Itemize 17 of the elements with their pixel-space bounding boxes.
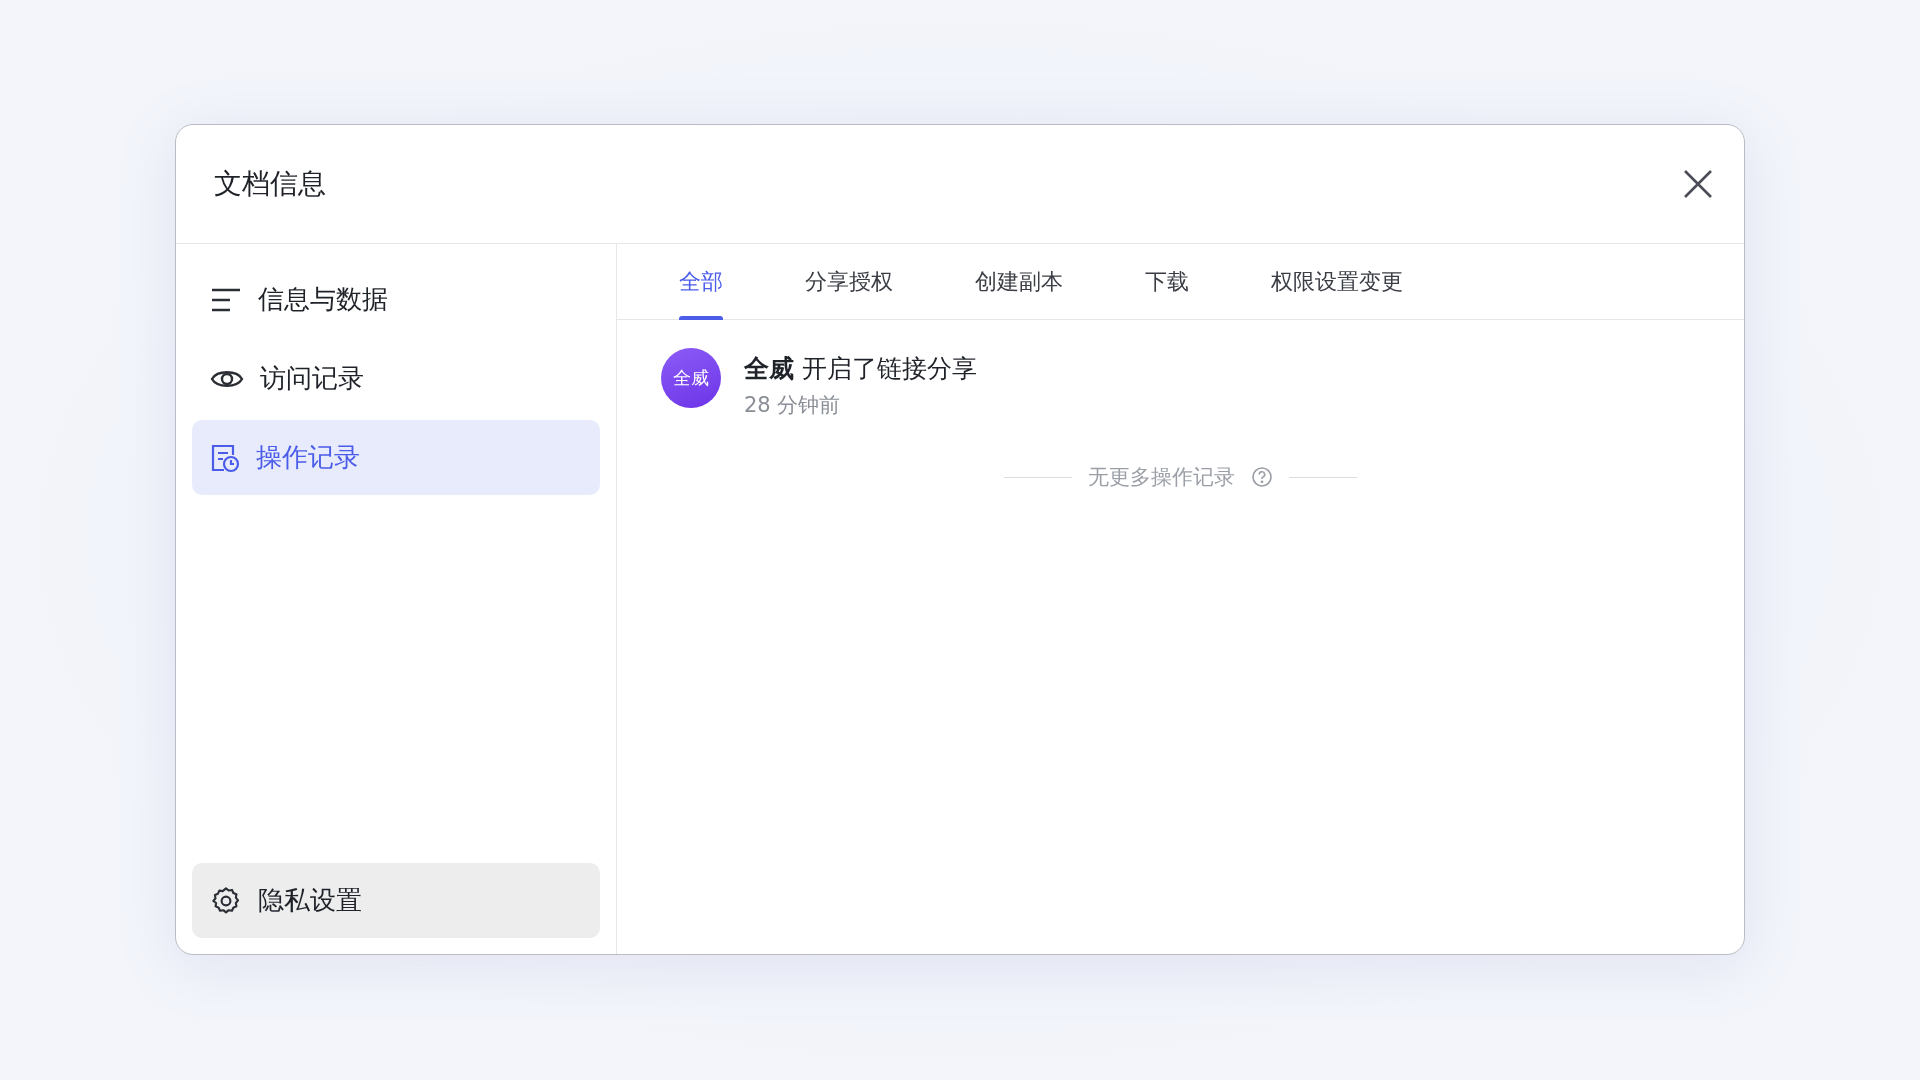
filter-tab[interactable]: 创建副本 [975, 244, 1063, 319]
dialog-title: 文档信息 [214, 166, 326, 202]
filter-tab[interactable]: 全部 [679, 244, 723, 319]
privacy-settings-button[interactable]: 隐私设置 [192, 863, 600, 938]
document-clock-icon [210, 442, 240, 473]
sidebar-item[interactable]: 操作记录 [192, 420, 600, 495]
filter-tab[interactable]: 下载 [1145, 244, 1189, 319]
filter-tab[interactable]: 分享授权 [805, 244, 893, 319]
event-time: 28 分钟前 [744, 392, 842, 419]
filter-tab[interactable]: 权限设置变更 [1271, 244, 1403, 319]
sidebar-item[interactable]: 访问记录 [192, 341, 600, 416]
user-avatar: 全威 [661, 348, 721, 408]
menu-icon [210, 286, 242, 313]
event-description: 全威 开启了链接分享 [744, 353, 977, 385]
help-icon[interactable] [1251, 466, 1273, 488]
end-of-list-note: 无更多操作记录 [1088, 464, 1235, 491]
sidebar-item[interactable]: 信息与数据 [192, 262, 600, 337]
